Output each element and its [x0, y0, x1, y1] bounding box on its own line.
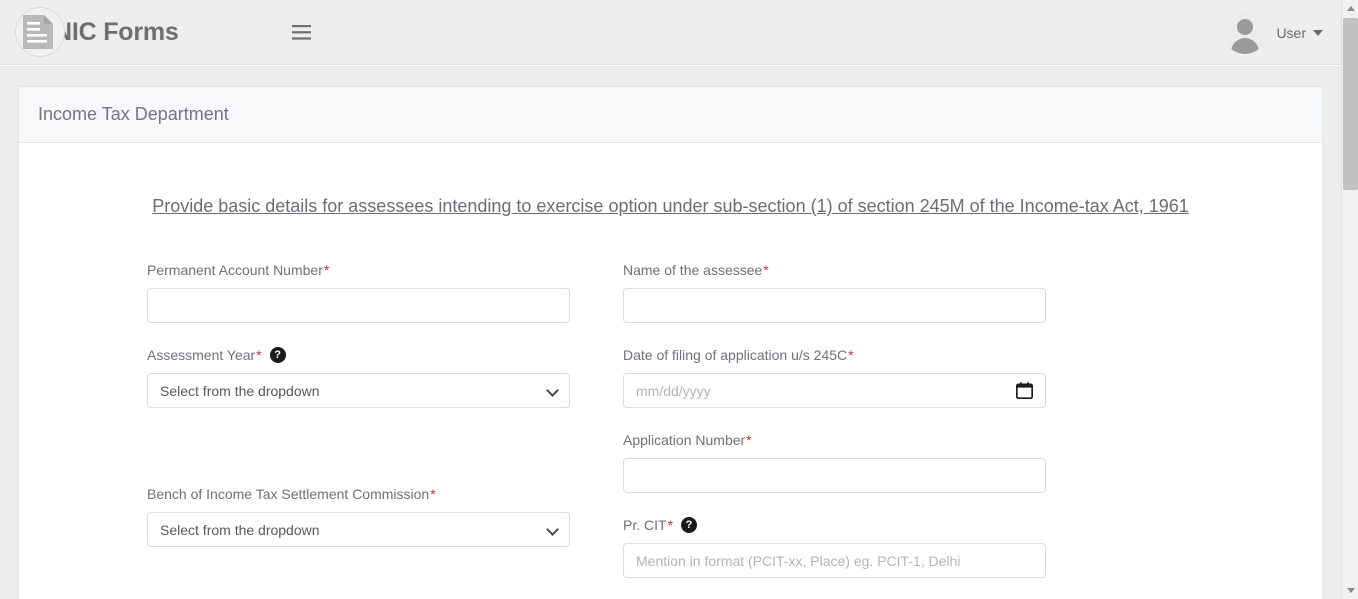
required-marker: * [430, 486, 436, 502]
required-marker: * [667, 517, 674, 533]
form-title: Provide basic details for assessees inte… [152, 196, 1189, 216]
card-body: Provide basic details for assessees inte… [19, 143, 1322, 599]
page-body: Income Tax Department Provide basic deta… [0, 66, 1341, 599]
assessment-year-select-wrap: Select from the dropdown [147, 373, 570, 408]
required-marker: * [323, 262, 330, 278]
label-text: Assessment Year [147, 347, 256, 363]
field-application-number: Application Number * [623, 431, 1099, 493]
field-label: Bench of Income Tax Settlement Commissio… [147, 485, 623, 503]
user-label: User [1276, 24, 1306, 41]
name-of-assessee-input[interactable] [623, 288, 1046, 323]
user-avatar-icon [1224, 11, 1267, 54]
scrollbar-thumb[interactable] [1343, 18, 1358, 190]
date-of-filing-input[interactable] [623, 373, 1046, 408]
scroll-up-arrow-icon[interactable] [1342, 0, 1358, 17]
top-navbar: NIC Forms User [0, 0, 1341, 65]
label-text: Name of the assessee [623, 262, 763, 278]
required-marker: * [256, 347, 262, 363]
caret-down-icon[interactable] [1313, 29, 1323, 36]
scroll-down-arrow-icon[interactable] [1342, 582, 1358, 599]
field-label: Date of filing of application u/s 245C * [623, 346, 1099, 364]
help-circle-icon[interactable]: ? [269, 347, 286, 363]
brand-name: NIC Forms [54, 17, 179, 46]
help-circle-icon[interactable]: ? [681, 517, 698, 533]
required-marker: * [746, 432, 752, 448]
form-grid: Permanent Account Number * Assessment Yea… [19, 261, 1322, 599]
label-text: Date of filing of application u/s 245C [623, 347, 848, 363]
field-pr-cit: Pr. CIT * ? [623, 516, 1099, 578]
required-marker: * [848, 347, 854, 363]
field-label: Application Number * [623, 431, 1099, 449]
label-text: Permanent Account Number [147, 262, 323, 278]
user-menu[interactable]: User [1224, 0, 1323, 65]
hamburger-menu-icon[interactable] [287, 17, 317, 47]
field-assessment-year: Assessment Year * ? Select from the dropd… [147, 346, 623, 408]
left-column-spacer [147, 431, 623, 467]
form-left-column: Permanent Account Number * Assessment Yea… [147, 261, 623, 599]
assessment-year-select[interactable]: Select from the dropdown [147, 373, 570, 408]
bench-select-wrap: Select from the dropdown [147, 512, 570, 547]
document-form-icon [14, 6, 66, 58]
label-text: Pr. CIT [623, 517, 667, 533]
bench-of-itsc-select[interactable]: Select from the dropdown [147, 512, 570, 547]
app-root: NIC Forms User Income Tax Department Pro… [0, 0, 1358, 599]
brand[interactable]: NIC Forms [14, 6, 179, 58]
field-permanent-account-number: Permanent Account Number * [147, 261, 623, 323]
form-right-column: Name of the assessee * Date of filing of … [623, 261, 1099, 599]
field-label: Pr. CIT * ? [623, 516, 1099, 534]
field-label: Name of the assessee * [623, 261, 1099, 279]
field-label: Assessment Year * ? [147, 346, 623, 364]
required-marker: * [763, 262, 769, 278]
field-date-of-filing: Date of filing of application u/s 245C * [623, 346, 1099, 408]
application-number-input[interactable] [623, 458, 1046, 493]
label-text: Bench of Income Tax Settlement Commissio… [147, 486, 430, 502]
field-bench-of-itsc: Bench of Income Tax Settlement Commissio… [147, 485, 623, 547]
vertical-scrollbar[interactable] [1341, 0, 1358, 599]
form-card: Income Tax Department Provide basic deta… [18, 86, 1323, 599]
field-name-of-assessee: Name of the assessee * [623, 261, 1099, 323]
left-column-spacer-2 [147, 467, 623, 485]
date-of-filing-wrap [623, 373, 1046, 408]
field-label: Permanent Account Number * [147, 261, 623, 279]
permanent-account-number-input[interactable] [147, 288, 570, 323]
label-text: Application Number [623, 432, 746, 448]
card-header-title: Income Tax Department [19, 87, 1322, 143]
pr-cit-input[interactable] [623, 543, 1046, 578]
